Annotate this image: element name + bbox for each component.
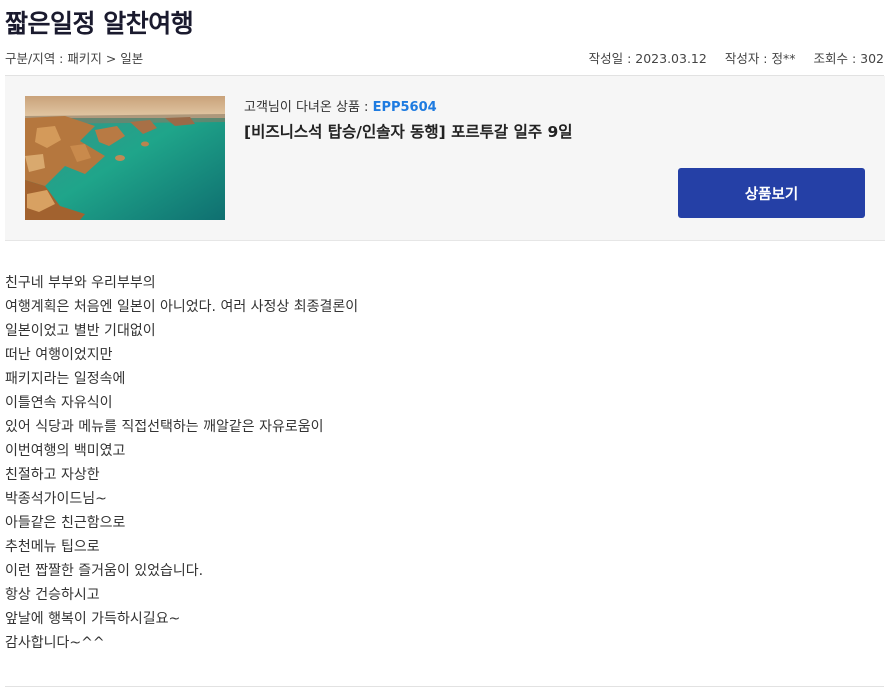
view-product-button[interactable]: 상품보기	[678, 168, 865, 218]
product-code-prefix: 고객님이 다녀온 상품 :	[244, 100, 373, 115]
body-line: 일본이었고 별반 기대없이	[5, 323, 156, 339]
post-meta: 구분/지역 : 패키지 > 일본 작성일 : 2023.03.12 작성자 : …	[5, 48, 884, 66]
post-info: 작성일 : 2023.03.12 작성자 : 정** 조회수 : 302	[589, 48, 884, 67]
coastal-landscape-icon	[25, 96, 225, 220]
body-line: 여행계획은 처음엔 일본이 아니었다. 여러 사정상 최종결론이	[5, 299, 359, 315]
body-line: 이틀연속 자유식이	[5, 395, 113, 411]
category-label: 구분/지역 : 패키지 > 일본	[5, 51, 144, 66]
product-thumbnail[interactable]	[25, 96, 225, 220]
body-line: 항상 건승하시고	[5, 587, 100, 603]
views-label: 조회수 : 302	[813, 51, 884, 66]
body-line: 있어 식당과 메뉴를 직접선택하는 깨알같은 자유로움이	[5, 419, 324, 435]
post-title: 짧은일정 알찬여행	[5, 9, 194, 38]
date-label: 작성일 : 2023.03.12	[588, 51, 707, 66]
body-line: 떠난 여행이었지만	[5, 347, 113, 363]
body-line: 친구네 부부와 우리부부의	[5, 275, 156, 291]
author-label: 작성자 : 정**	[724, 51, 796, 66]
body-line: 이런 짭짤한 즐거움이 있었습니다.	[5, 563, 204, 579]
post-body: 친구네 부부와 우리부부의 여행계획은 처음엔 일본이 아니었다. 여러 사정상…	[5, 271, 865, 655]
body-line: 추천메뉴 팁으로	[5, 539, 100, 555]
body-line: 감사합니다~^^	[5, 635, 105, 651]
product-card: 고객님이 다녀온 상품 : EPP5604 [비즈니스석 탑승/인솔자 동행] …	[5, 76, 885, 241]
body-line: 이번여행의 백미였고	[5, 443, 126, 459]
body-line: 박종석가이드님~	[5, 491, 107, 507]
body-line: 앞날에 행복이 가득하시길요~	[5, 611, 181, 627]
product-code-line: 고객님이 다녀온 상품 : EPP5604	[244, 96, 437, 115]
body-line: 패키지라는 일정속에	[5, 371, 126, 387]
body-line: 아들같은 친근함으로	[5, 515, 126, 531]
bottom-divider	[5, 686, 884, 687]
product-code[interactable]: EPP5604	[373, 100, 437, 115]
product-name[interactable]: [비즈니스석 탑승/인솔자 동행] 포르투갈 일주 9일	[244, 120, 573, 142]
body-line: 친절하고 자상한	[5, 467, 100, 483]
